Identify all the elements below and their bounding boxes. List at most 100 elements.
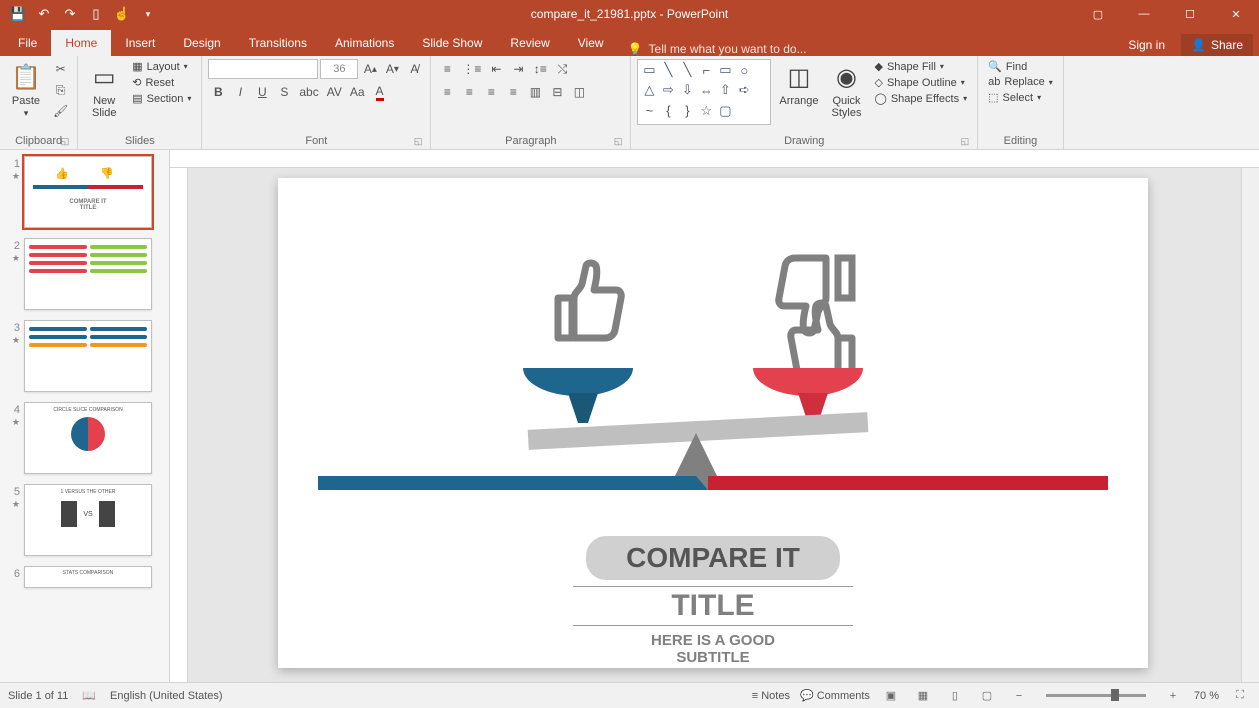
clipboard-dialog-icon[interactable]: ◱ — [61, 136, 70, 147]
bullets-button[interactable]: ≡ — [437, 59, 457, 79]
redo-icon[interactable]: ↷ — [58, 2, 82, 26]
ribbon-display-options-icon[interactable]: ▢ — [1075, 0, 1121, 28]
minimize-icon[interactable]: — — [1121, 0, 1167, 28]
slide-canvas[interactable]: COMPARE IT TITLE HERE IS A GOOD SUBTITLE — [188, 168, 1241, 682]
slide-subtitle-1[interactable]: TITLE — [278, 589, 1148, 623]
section-button[interactable]: ▤Section▾ — [128, 91, 195, 106]
shape-arrow-block-icon[interactable]: ➪ — [735, 82, 753, 98]
shape-brace-l-icon[interactable]: { — [659, 103, 677, 119]
replace-button[interactable]: abReplace▾ — [984, 75, 1057, 89]
tab-design[interactable]: Design — [169, 30, 234, 56]
tab-view[interactable]: View — [564, 30, 618, 56]
underline-button[interactable]: U — [252, 82, 272, 102]
font-name-combo[interactable] — [208, 59, 318, 79]
paste-button[interactable]: 📋 Paste▾ — [6, 59, 46, 121]
slide-titles[interactable]: COMPARE IT TITLE HERE IS A GOOD SUBTITLE — [278, 536, 1148, 666]
qat-customize-icon[interactable]: ▾ — [136, 2, 160, 26]
increase-font-button[interactable]: A▴ — [360, 59, 380, 79]
language-status[interactable]: English (United States) — [110, 690, 223, 702]
quick-styles-button[interactable]: ◉ Quick Styles — [827, 59, 867, 121]
thumbnail-4[interactable]: 4★ CIRCLE SLICE COMPARISON — [6, 402, 169, 474]
columns-button[interactable]: ▥ — [525, 82, 545, 102]
find-button[interactable]: 🔍Find — [984, 59, 1057, 74]
cut-button[interactable]: ✂ — [50, 59, 71, 79]
shape-action-icon[interactable]: ▢ — [716, 103, 734, 119]
touch-mode-icon[interactable]: ☝ — [110, 2, 134, 26]
italic-button[interactable]: I — [230, 82, 250, 102]
layout-button[interactable]: ▦Layout▾ — [128, 59, 195, 74]
zoom-level[interactable]: 70 % — [1194, 690, 1219, 702]
copy-button[interactable]: ⎘ — [50, 80, 71, 100]
undo-icon[interactable]: ↶ — [32, 2, 56, 26]
shape-triangle-icon[interactable]: △ — [640, 82, 658, 98]
decrease-font-button[interactable]: A▾ — [382, 59, 402, 79]
slideshow-view-icon[interactable]: ▢ — [976, 686, 998, 706]
start-from-beginning-icon[interactable]: ▯ — [84, 2, 108, 26]
align-center-button[interactable]: ≡ — [459, 82, 479, 102]
tab-slideshow[interactable]: Slide Show — [408, 30, 496, 56]
shape-arrow-r-icon[interactable]: ⇨ — [659, 82, 677, 98]
new-slide-button[interactable]: ▭ New Slide — [84, 59, 124, 121]
align-left-button[interactable]: ≡ — [437, 82, 457, 102]
zoom-out-icon[interactable]: − — [1008, 686, 1030, 706]
save-icon[interactable]: 💾 — [6, 2, 30, 26]
font-size-combo[interactable]: 36 — [320, 59, 358, 79]
thumbnail-1[interactable]: 1★ 👍 👎 COMPARE ITTITLE — [6, 156, 169, 228]
thumbnail-5[interactable]: 5★ 1 VERSUS THE OTHER VS — [6, 484, 169, 556]
thumbnail-6[interactable]: 6 STATS COMPARISON — [6, 566, 169, 588]
shape-arrow-d-icon[interactable]: ⇩ — [678, 82, 696, 98]
tab-file[interactable]: File — [0, 30, 51, 56]
shape-oval-icon[interactable]: ○ — [735, 62, 753, 78]
slide-editor[interactable]: COMPARE IT TITLE HERE IS A GOOD SUBTITLE — [278, 178, 1148, 668]
slide-subtitle-2[interactable]: HERE IS A GOOD — [278, 632, 1148, 649]
reset-button[interactable]: ⟲Reset — [128, 75, 195, 90]
tell-me-search[interactable]: 💡 Tell me what you want to do... — [628, 42, 807, 56]
thumbnail-slide-5[interactable]: 1 VERSUS THE OTHER VS — [24, 484, 152, 556]
slide-count[interactable]: Slide 1 of 11 — [8, 690, 68, 702]
shape-textbox-icon[interactable]: ▭ — [640, 62, 658, 78]
shape-connector-icon[interactable]: ⌐ — [697, 62, 715, 78]
shape-wave-icon[interactable]: ~ — [640, 103, 658, 119]
format-painter-button[interactable]: 🖌 — [50, 101, 71, 121]
thumbnail-slide-2[interactable] — [24, 238, 152, 310]
arrange-button[interactable]: ◫ Arrange — [775, 59, 822, 109]
spell-check-icon[interactable]: 📖 — [82, 689, 96, 702]
numbering-button[interactable]: ⋮≡ — [459, 59, 484, 79]
tab-home[interactable]: Home — [51, 30, 111, 56]
decrease-indent-button[interactable]: ⇤ — [486, 59, 506, 79]
zoom-slider[interactable] — [1046, 694, 1146, 697]
font-color-button[interactable]: A — [370, 82, 390, 102]
thumbnail-slide-1[interactable]: 👍 👎 COMPARE ITTITLE — [24, 156, 152, 228]
text-direction-button[interactable]: ⤭ — [552, 59, 572, 79]
increase-indent-button[interactable]: ⇥ — [508, 59, 528, 79]
strikethrough-button[interactable]: S — [274, 82, 294, 102]
smartart-button[interactable]: ◫ — [569, 82, 589, 102]
shapes-gallery[interactable]: ▭ ╲ ╲ ⌐ ▭ ○ △ ⇨ ⇩ ⇔ ⇧ ➪ ~ { } ☆ ▢ — [637, 59, 771, 125]
thumbnail-3[interactable]: 3★ — [6, 320, 169, 392]
justify-button[interactable]: ≡ — [503, 82, 523, 102]
slide-title[interactable]: COMPARE IT — [586, 536, 840, 580]
shape-star-icon[interactable]: ☆ — [697, 103, 715, 119]
align-text-button[interactable]: ⊟ — [547, 82, 567, 102]
thumbnail-slide-3[interactable] — [24, 320, 152, 392]
change-case-button[interactable]: Aa — [347, 82, 368, 102]
notes-button[interactable]: ≡ Notes — [752, 690, 790, 702]
shape-line2-icon[interactable]: ╲ — [678, 62, 696, 78]
vertical-scrollbar[interactable] — [1241, 168, 1259, 682]
thumbnail-slide-6[interactable]: STATS COMPARISON — [24, 566, 152, 588]
shape-arrow-u-icon[interactable]: ⇧ — [716, 82, 734, 98]
normal-view-icon[interactable]: ▣ — [880, 686, 902, 706]
clear-formatting-button[interactable]: A̸ — [404, 59, 424, 79]
select-button[interactable]: ⬚Select▾ — [984, 90, 1057, 105]
maximize-icon[interactable]: ☐ — [1167, 0, 1213, 28]
zoom-in-icon[interactable]: + — [1162, 686, 1184, 706]
tab-transitions[interactable]: Transitions — [235, 30, 321, 56]
shape-fill-button[interactable]: ◆Shape Fill▾ — [871, 59, 972, 74]
tab-review[interactable]: Review — [496, 30, 563, 56]
shape-outline-button[interactable]: ◇Shape Outline▾ — [871, 75, 972, 90]
character-spacing-button[interactable]: AV — [324, 82, 345, 102]
tab-insert[interactable]: Insert — [111, 30, 169, 56]
shape-line-icon[interactable]: ╲ — [659, 62, 677, 78]
align-right-button[interactable]: ≡ — [481, 82, 501, 102]
share-button[interactable]: 👤 Share — [1181, 34, 1253, 56]
